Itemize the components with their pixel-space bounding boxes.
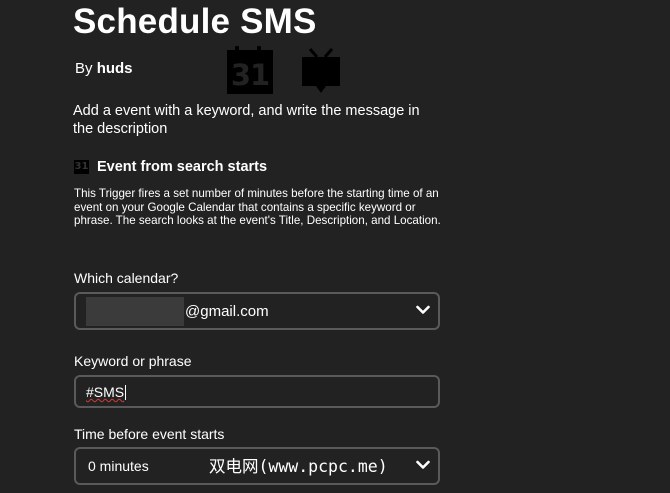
- applet-title: Schedule SMS: [73, 2, 317, 41]
- trigger-header: 31 Event from search starts: [74, 158, 267, 176]
- redacted-email: [86, 297, 184, 326]
- keyword-input-value: #SMS: [86, 384, 125, 400]
- byline-prefix: By: [75, 60, 93, 77]
- applet-description: Add a event with a keyword, and write th…: [73, 103, 420, 137]
- chevron-down-icon: [416, 460, 430, 469]
- google-calendar-icon: 31: [227, 46, 273, 94]
- calendar-selected-value: @gmail.com: [185, 303, 269, 320]
- keyword-input[interactable]: #SMS: [74, 375, 440, 408]
- text-caret: [125, 385, 126, 400]
- trigger-title: Event from search starts: [97, 159, 268, 175]
- google-calendar-icon: 31: [74, 160, 89, 174]
- time-before-value: 0 minutes: [88, 458, 149, 474]
- calendar-icon-number: 31: [230, 58, 270, 92]
- chevron-down-icon: [416, 305, 430, 314]
- time-before-label: Time before event starts: [74, 426, 225, 442]
- byline: By huds: [75, 60, 133, 78]
- calendar-icon-small-number: 31: [74, 161, 89, 172]
- keyword-label: Keyword or phrase: [74, 353, 192, 369]
- sms-tv-icon: [302, 48, 340, 93]
- calendar-select[interactable]: @gmail.com: [74, 292, 440, 330]
- trigger-description: This Trigger fires a set number of minut…: [74, 187, 441, 227]
- author-link[interactable]: huds: [97, 60, 133, 77]
- calendar-label: Which calendar?: [74, 270, 179, 286]
- site-watermark: 双电网(www.pcpc.me): [209, 457, 388, 476]
